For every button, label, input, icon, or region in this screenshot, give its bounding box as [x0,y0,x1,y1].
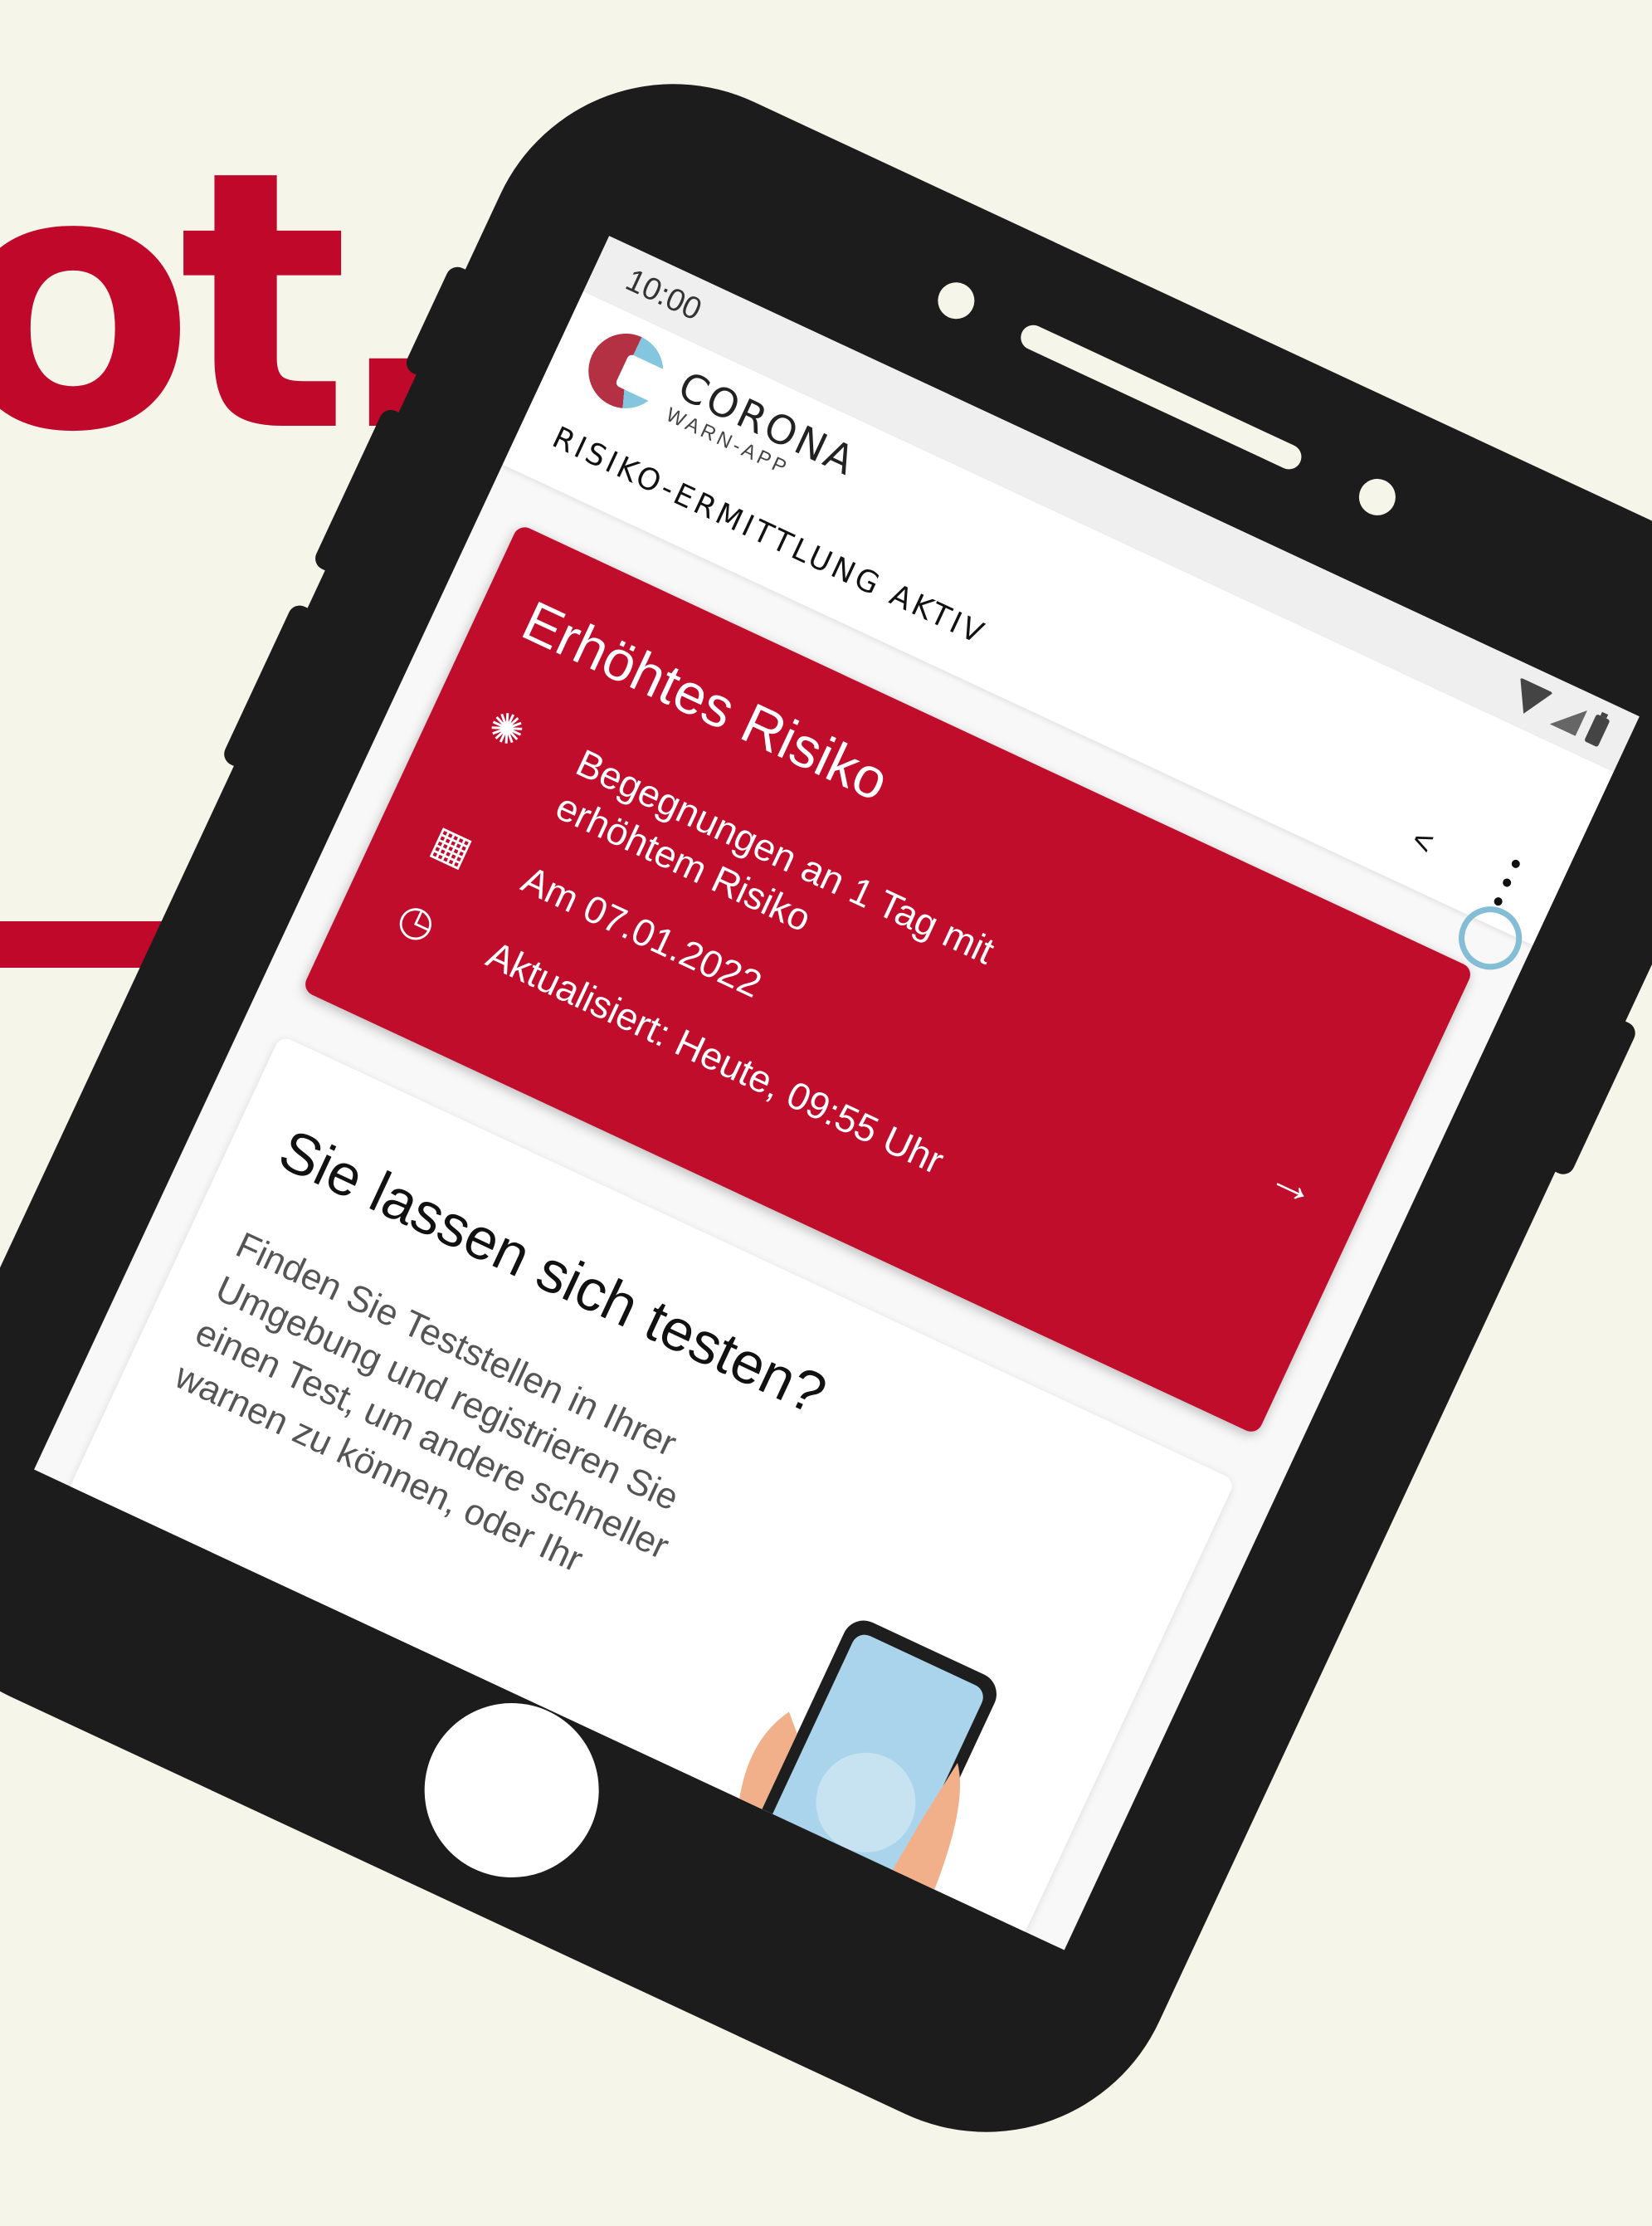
virus-icon: ✺ [480,701,533,758]
wifi-icon [1507,677,1554,722]
calendar-icon: ▦ [424,816,480,876]
more-vert-icon[interactable] [1489,857,1524,909]
share-icon[interactable]: < [1397,816,1448,866]
front-camera [932,276,981,325]
clock-refresh-icon: ◷ [391,892,444,950]
signal-icon [1549,698,1587,736]
test-card-text: Finden Sie Teststellen in Ihrer Umgebung… [168,1224,685,1581]
arrow-right-icon[interactable]: → [1260,1145,1329,1218]
proximity-sensor [1352,472,1402,522]
hand-phone-illustration [719,1620,997,1950]
corona-logo-icon [576,321,676,421]
battery-icon [1584,714,1611,748]
